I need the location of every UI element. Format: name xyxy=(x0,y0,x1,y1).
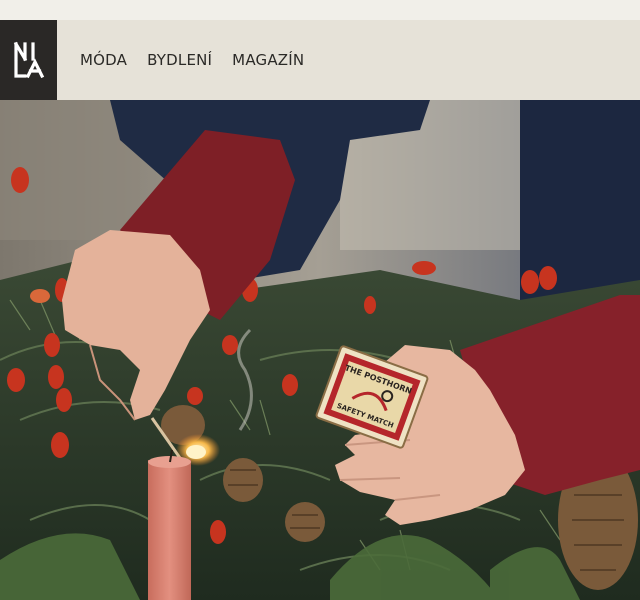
hero-image[interactable]: THE POSTHORN SAFETY MATCH xyxy=(0,100,640,600)
hero-photo-illustration: THE POSTHORN SAFETY MATCH xyxy=(0,100,640,600)
main-nav: MÓDA BYDLENÍ MAGAZÍN xyxy=(80,51,304,69)
nila-logo[interactable] xyxy=(0,20,57,100)
site-header: MÓDA BYDLENÍ MAGAZÍN xyxy=(0,20,640,100)
nav-item-magazin[interactable]: MAGAZÍN xyxy=(232,51,304,69)
page: MÓDA BYDLENÍ MAGAZÍN THE POSTHORN SAFETY… xyxy=(0,0,640,600)
top-strip xyxy=(0,0,640,20)
nav-item-bydleni[interactable]: BYDLENÍ xyxy=(147,51,212,69)
nila-logo-icon xyxy=(13,41,44,79)
nav-item-moda[interactable]: MÓDA xyxy=(80,51,127,69)
